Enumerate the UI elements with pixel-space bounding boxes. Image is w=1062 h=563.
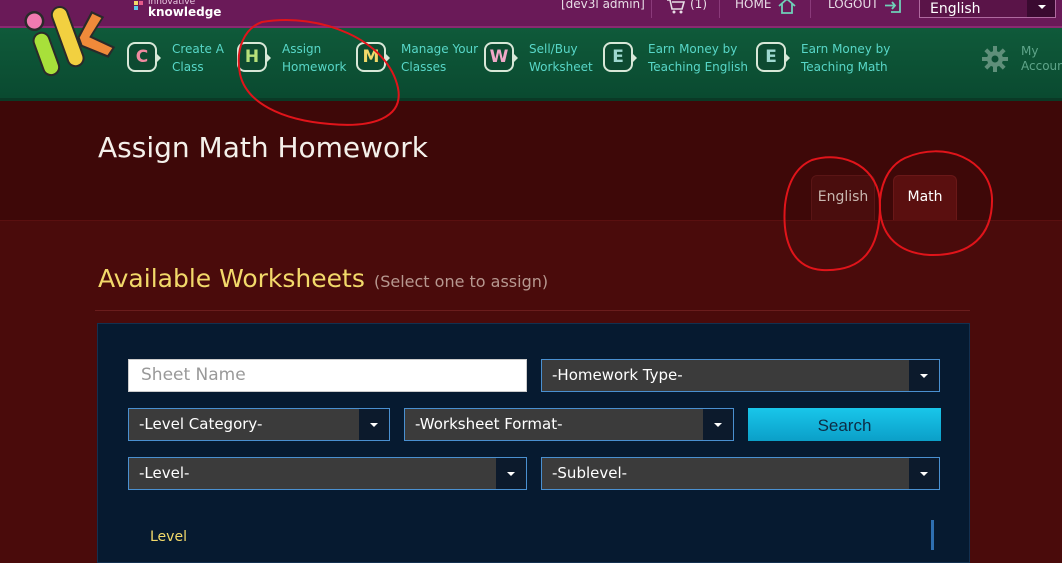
nav-label-line: Classes (401, 60, 447, 74)
site-logo[interactable] (20, 0, 120, 78)
cart-icon[interactable] (666, 0, 686, 14)
homework-type-value: -Homework Type- (552, 366, 683, 384)
nav-earn-english[interactable]: E Earn Money by Teaching English (603, 40, 748, 80)
sheet-name-input[interactable]: Sheet Name (128, 359, 527, 392)
current-user-link[interactable]: [dev3l admin] (561, 0, 645, 11)
nav-manage-classes[interactable]: M Manage Your Classes (356, 40, 478, 80)
sublevel-select[interactable]: -Sublevel- (541, 457, 940, 490)
page-header: Assign Math Homework English Math (0, 101, 1062, 221)
level-select[interactable]: -Level- (128, 457, 527, 490)
logout-icon[interactable] (883, 0, 903, 14)
worksheet-format-select[interactable]: -Worksheet Format- (404, 408, 734, 441)
section-subtitle: (Select one to assign) (373, 272, 549, 291)
nav-label-line: Teaching Math (801, 60, 888, 74)
chevron-down-icon (703, 409, 733, 440)
my-account-line1: My (1021, 44, 1039, 58)
tab-math[interactable]: Math (893, 175, 957, 220)
nav-create-class[interactable]: C Create A Class (127, 40, 227, 80)
nav-label-line: Manage Your (401, 42, 479, 56)
nav-label-line: Teaching English (648, 60, 748, 74)
home-link[interactable]: HOME (735, 0, 771, 11)
language-select-value: English (930, 1, 981, 17)
create-class-icon: C (127, 42, 161, 72)
divider (651, 0, 652, 18)
nav-label-line: Homework (282, 60, 347, 74)
nav-label-line: Sell/Buy (529, 42, 578, 56)
tab-english[interactable]: English (811, 175, 875, 220)
divider (719, 0, 720, 18)
chevron-down-icon (1027, 0, 1055, 17)
section-title: Available Worksheets (98, 264, 365, 293)
level-category-value: -Level Category- (139, 415, 263, 433)
main-nav: C Create A Class H Assign Homework M Man… (0, 28, 1062, 101)
top-bar: innovative knowledge [dev3l admin] (1) H… (0, 0, 1062, 28)
assign-homework-icon: H (237, 42, 271, 72)
search-button[interactable]: Search (748, 408, 941, 441)
nav-label-line: Class (172, 60, 204, 74)
my-account-line2: Account (1021, 59, 1062, 73)
nav-create-class-label: Create A Class (172, 40, 224, 76)
nav-label-line: Assign (282, 42, 322, 56)
gear-icon[interactable] (981, 45, 1009, 73)
level-category-select[interactable]: -Level Category- (128, 408, 390, 441)
nav-assign-homework[interactable]: H Assign Homework (237, 40, 347, 80)
my-account-link[interactable]: My Account (1021, 44, 1062, 74)
scrollbar[interactable] (931, 520, 934, 550)
worksheet-icon: W (484, 42, 518, 72)
chevron-down-icon (359, 409, 389, 440)
divider (95, 310, 970, 311)
level-value: -Level- (139, 464, 190, 482)
nav-assign-homework-label: Assign Homework (282, 40, 346, 76)
earn-english-icon: E (603, 42, 637, 72)
nav-manage-classes-label: Manage Your Classes (401, 40, 478, 76)
sublevel-value: -Sublevel- (552, 464, 628, 482)
nav-label-line: Earn Money by (648, 42, 738, 56)
brand-mark-icon (134, 1, 143, 10)
table-header-level: Level (150, 529, 187, 545)
available-worksheets-heading: Available Worksheets (Select one to assi… (98, 264, 970, 293)
nav-earn-math[interactable]: E Earn Money by Teaching Math (756, 40, 891, 80)
brand-line2: knowledge (148, 5, 222, 19)
chevron-down-icon (909, 360, 939, 391)
nav-label-line: Earn Money by (801, 42, 891, 56)
logout-link[interactable]: LOGOUT (828, 0, 879, 11)
divider (810, 0, 811, 18)
nav-label-line: Create A (172, 42, 224, 56)
brand-name: innovative knowledge (148, 0, 222, 19)
nav-earn-math-label: Earn Money by Teaching Math (801, 40, 890, 76)
nav-label-line: Worksheet (529, 60, 593, 74)
chevron-down-icon (909, 458, 939, 489)
worksheet-format-value: -Worksheet Format- (415, 415, 563, 433)
homework-type-select[interactable]: -Homework Type- (541, 359, 940, 392)
chevron-down-icon (496, 458, 526, 489)
page-title: Assign Math Homework (98, 131, 428, 164)
home-icon[interactable] (777, 0, 797, 14)
nav-sell-buy-worksheet[interactable]: W Sell/Buy Worksheet (484, 40, 593, 80)
cart-count-link[interactable]: (1) (690, 0, 707, 11)
earn-math-icon: E (756, 42, 790, 72)
nav-sell-buy-worksheet-label: Sell/Buy Worksheet (529, 40, 593, 76)
nav-earn-english-label: Earn Money by Teaching English (648, 40, 748, 76)
language-select[interactable]: English (919, 0, 1056, 18)
worksheet-search-panel: Sheet Name -Homework Type- -Level Catego… (97, 323, 970, 563)
sheet-name-placeholder: Sheet Name (141, 365, 246, 385)
manage-classes-icon: M (356, 42, 390, 72)
